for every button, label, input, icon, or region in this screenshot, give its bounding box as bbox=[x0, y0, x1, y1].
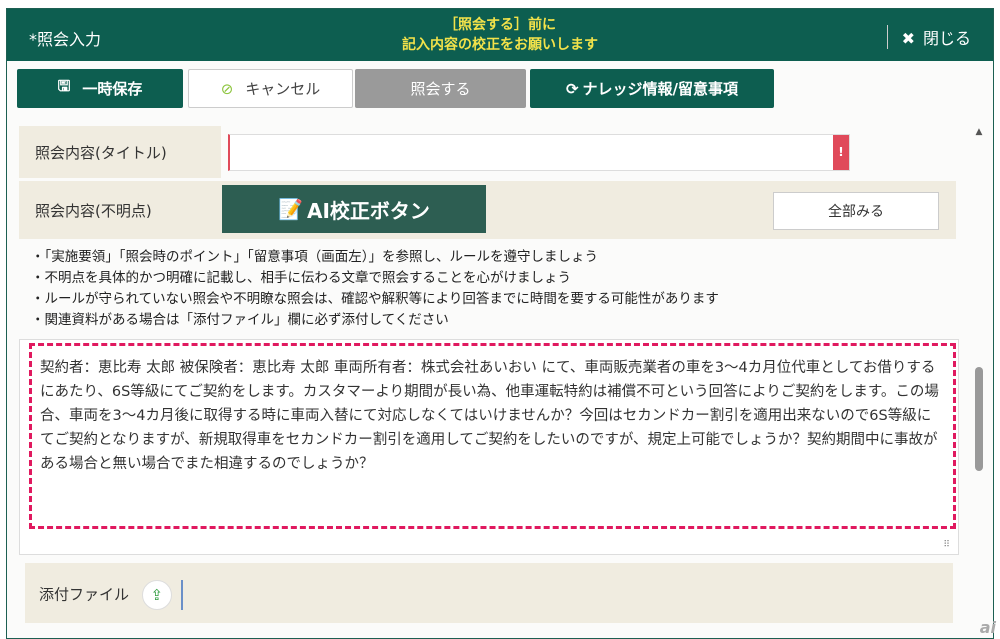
attachment-label: 添付ファイル bbox=[39, 585, 130, 604]
detail-label: 照会内容(不明点) bbox=[19, 181, 221, 239]
guideline-item: ・ルールが守られていない照会や不明瞭な照会は、確認や解釈等により回答までに時間を… bbox=[31, 291, 719, 307]
knowledge-button[interactable]: ⟳ ナレッジ情報/留意事項 bbox=[530, 69, 774, 108]
error-indicator: ! bbox=[833, 135, 849, 170]
scrollbar-thumb[interactable] bbox=[975, 367, 983, 471]
ai-proofread-button[interactable]: 📝 AI校正ボタン bbox=[222, 185, 486, 233]
guideline-item: ・「実施要領」「照会時のポイント」「留意事項（画面左）」を参照し、ルールを遵守し… bbox=[31, 249, 598, 265]
label: ナレッジ情報/留意事項 bbox=[582, 80, 739, 98]
close-label: 閉じる bbox=[922, 29, 971, 48]
memo-icon: 📝 bbox=[278, 197, 303, 221]
title-input[interactable]: ! bbox=[228, 134, 850, 171]
save-draft-button[interactable]: 🖫 一時保存 bbox=[17, 69, 183, 108]
watermark-logo: ai bbox=[979, 618, 996, 637]
notice-line: ［照会する］前に bbox=[444, 17, 556, 33]
close-button[interactable]: ✖ 閉じる bbox=[886, 25, 971, 49]
label: キャンセル bbox=[245, 80, 321, 98]
detail-text[interactable]: 契約者：恵比寿 太郎 被保険者：恵比寿 太郎 車両所有者：株式会社あいおい にて… bbox=[29, 343, 956, 529]
submit-inquiry-button[interactable]: 照会する bbox=[355, 69, 526, 108]
notice-line: 記入内容の校正をお願いします bbox=[402, 37, 598, 53]
label: AI校正ボタン bbox=[306, 198, 430, 223]
scrollbar[interactable]: ▲ bbox=[971, 127, 987, 565]
cancel-icon: ⊘ bbox=[220, 79, 234, 98]
guidelines: ・「実施要領」「照会時のポイント」「留意事項（画面左）」を参照し、ルールを遵守し… bbox=[31, 247, 719, 331]
cursor-divider bbox=[180, 580, 183, 610]
inquiry-window: *照会入力 ［照会する］前に 記入内容の校正をお願いします ✖ 閉じる 🖫 一時保存… bbox=[6, 8, 994, 639]
cancel-button[interactable]: ⊘ キャンセル bbox=[188, 69, 353, 108]
guideline-item: ・不明点を具体的かつ明確に記載し、相手に伝わる文章で照会することを心がけましょう bbox=[31, 270, 571, 286]
close-icon: ✖ bbox=[901, 29, 915, 48]
save-icon: 🖫 bbox=[57, 77, 71, 95]
attachment-section: 添付ファイル ⇪ bbox=[25, 563, 953, 623]
label: 一時保存 bbox=[82, 80, 143, 98]
scroll-up-icon[interactable]: ▲ bbox=[971, 127, 987, 137]
upload-icon[interactable]: ⇪ bbox=[141, 580, 172, 610]
header: *照会入力 ［照会する］前に 記入内容の校正をお願いします ✖ 閉じる bbox=[7, 9, 993, 61]
refresh-icon: ⟳ bbox=[565, 79, 579, 98]
show-all-button[interactable]: 全部みる bbox=[773, 192, 939, 230]
label: 照会する bbox=[410, 80, 471, 98]
title-label: 照会内容(タイトル) bbox=[19, 126, 221, 178]
resize-grip-icon[interactable]: ⠿ bbox=[943, 540, 950, 550]
guideline-item: ・関連資料がある場合は「添付ファイル」欄に必ず添付してください bbox=[31, 312, 449, 328]
proofread-notice: ［照会する］前に 記入内容の校正をお願いします bbox=[7, 15, 993, 55]
